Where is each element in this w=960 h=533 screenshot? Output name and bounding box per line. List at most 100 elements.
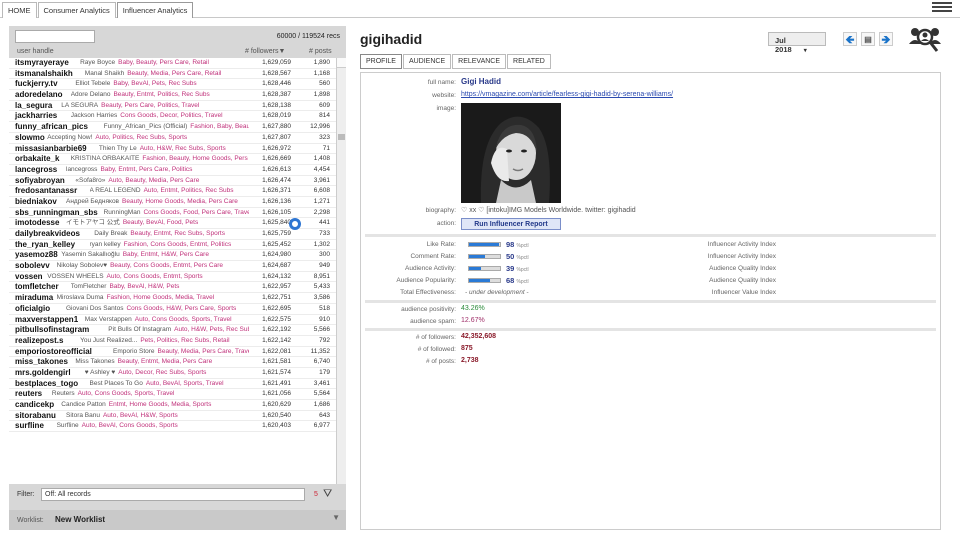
- list-item[interactable]: lancegross lancegross Baby, Entmt, Pers Ca…: [9, 165, 336, 176]
- list-item[interactable]: orbakaite_k KRISTINA ORBAKAITE Fashion, Be…: [9, 154, 336, 165]
- list-item[interactable]: reuters Reuters Auto, Cons Goods, Sports, …: [9, 389, 336, 400]
- list-item[interactable]: adoredelano Adore Delano Beauty, Entmt, Po…: [9, 90, 336, 101]
- tab-consumer-analytics[interactable]: Consumer Analytics: [37, 2, 116, 18]
- user-name: Sitora Banu: [66, 411, 100, 419]
- list-item[interactable]: maxverstappen1 Max Verstappen Auto, Cons G…: [9, 315, 336, 326]
- list-item[interactable]: oficialgio Giovani Dos Santos Cons Goods, …: [9, 304, 336, 315]
- list-item[interactable]: pitbullsofinstagram Pit Bulls Of Instagra…: [9, 325, 336, 336]
- tab-related[interactable]: RELATED: [507, 54, 551, 69]
- list-item[interactable]: itsmyrayeraye Raye Boyce Baby, Beauty, Per…: [9, 58, 336, 69]
- action-label: action:: [436, 220, 456, 227]
- forward-arrow-icon[interactable]: 🡺: [879, 32, 893, 46]
- scroll-up-arrow-icon[interactable]: [337, 58, 346, 68]
- list-item[interactable]: bestplaces_togo Best Places To Go Auto, Be…: [9, 379, 336, 390]
- follower-count: 1,628,446: [262, 80, 291, 88]
- list-item[interactable]: mrs.goldengirl ♥ Ashley ♥ Auto, Decor, Rec…: [9, 368, 336, 379]
- list-item[interactable]: miraduma Miroslava Duma Fashion, Home Good…: [9, 293, 336, 304]
- post-count: 1,898: [313, 91, 330, 99]
- list-item[interactable]: fuckjerry.tv Elliot Tebele Baby, BevAl, Pe…: [9, 79, 336, 91]
- user-handle: sobolevv: [15, 261, 50, 271]
- worklist-bar[interactable]: Worklist: New Worklist ▼: [9, 510, 346, 530]
- user-name: Manal Shaikh: [84, 69, 125, 77]
- menu-icon[interactable]: [932, 0, 952, 14]
- document-icon[interactable]: ▤: [861, 32, 875, 46]
- list-item[interactable]: sofiyabroyan «Sofa8ro» Auto, Beauty, Media…: [9, 176, 336, 187]
- header-followers[interactable]: # followers▼: [245, 48, 285, 55]
- list-item[interactable]: funny_african_pics Funny_African_Pics (Of…: [9, 122, 336, 133]
- metric-bar-fill: [469, 267, 482, 270]
- user-handle: adoredelano: [15, 90, 63, 100]
- biography-label: biography:: [425, 207, 456, 214]
- list-item[interactable]: sitorabanu Sitora Banu Auto, BevAl, H&W, S…: [9, 411, 336, 422]
- list-item[interactable]: jackharries Jackson Harries Cons Goods, De…: [9, 111, 336, 123]
- header-user-handle[interactable]: user handle: [17, 48, 54, 55]
- user-info: Emporio Store Beauty, Media, Pers Care, T…: [113, 347, 249, 358]
- list-item[interactable]: the_ryan_kelley ryan kelley Fashion, Cons …: [9, 240, 336, 251]
- back-arrow-icon[interactable]: 🡸: [843, 32, 857, 46]
- user-handle: oficialgio: [15, 303, 51, 313]
- followed-label: # of followed:: [417, 346, 456, 353]
- follower-count: 1,628,567: [262, 69, 291, 77]
- user-categories: Baby, BevAl, H&W, Pets: [109, 283, 180, 291]
- filter-clear-icon[interactable]: ⛛: [323, 488, 332, 501]
- list-item[interactable]: surfline Surfline Auto, BevAl, Cons Goods,…: [9, 421, 336, 433]
- metric-number: 39: [506, 264, 515, 273]
- list-item[interactable]: dailybreakvideos Daily Break Beauty, Entmt…: [9, 229, 336, 240]
- post-count: 71: [322, 144, 330, 152]
- search-input[interactable]: [15, 30, 95, 43]
- posts-label: # of posts:: [426, 358, 456, 365]
- list-item[interactable]: vossen VOSSEN WHEELS Auto, Cons Goods, Ent…: [9, 272, 336, 283]
- follower-count: 1,621,491: [262, 379, 291, 387]
- list-item[interactable]: emporiostoreofficial Emporio Store Beauty,…: [9, 347, 336, 358]
- list-item[interactable]: fredosantanassr A REAL LEGEND Auto, Entmt,…: [9, 186, 336, 197]
- user-info: Miss Takones Beauty, Entmt, Media, Pers C…: [75, 357, 249, 368]
- user-categories: Beauty, Media, Pers Care, Retail: [127, 69, 222, 77]
- follower-count: 1,622,957: [262, 283, 291, 291]
- tab-profile[interactable]: PROFILE: [360, 54, 402, 69]
- user-info: Manal Shaikh Beauty, Media, Pers Care, Re…: [85, 69, 249, 80]
- list-item[interactable]: itsmanalshaikh Manal Shaikh Beauty, Media,…: [9, 69, 336, 80]
- tab-relevance[interactable]: RELEVANCE: [452, 54, 507, 69]
- list-item[interactable]: missasianbarbie69 Thien Thy Le Auto, H&W, …: [9, 144, 336, 155]
- list-item[interactable]: tomfletcher TomFletcher Baby, BevAl, H&W, …: [9, 282, 336, 294]
- tab-audience[interactable]: AUDIENCE: [402, 54, 452, 69]
- list-item[interactable]: sobolevv Nikolay Sobolev♥ Beauty, Cons Goo…: [9, 261, 336, 272]
- user-name: Raye Boyce: [80, 59, 116, 66]
- scroll-thumb[interactable]: [338, 134, 345, 140]
- metric-value: 50 %pctl: [506, 252, 529, 261]
- follower-count: 1,626,972: [262, 144, 291, 152]
- list-item[interactable]: sbs_runningman_sbs RunningMan Cons Goods, …: [9, 208, 336, 219]
- biography-value: ♡ xx ♡ [intoku]IMG Models Worldwide. twi…: [461, 207, 636, 214]
- metric-unit: %pctl: [516, 255, 529, 261]
- list-item[interactable]: yasemoz88 Yasemin Sakallıoğlu Baby, Entmt,…: [9, 250, 336, 262]
- user-handle: surfline: [15, 421, 44, 431]
- list-item[interactable]: candicekp Candice Patton Entmt, Home Goods…: [9, 400, 336, 411]
- run-influencer-report-button[interactable]: Run Influencer Report: [461, 218, 561, 230]
- user-info: ♥ Ashley ♥ Auto, Decor, Rec Subs, Sports: [85, 368, 249, 379]
- month-select[interactable]: Jul 2018 ▾: [768, 32, 826, 54]
- tab-home[interactable]: HOME: [2, 2, 37, 18]
- tab-influencer-analytics[interactable]: Influencer Analytics: [116, 2, 194, 18]
- list-scrollbar[interactable]: [336, 58, 346, 502]
- list-item[interactable]: miss_takones Miss Takones Beauty, Entmt, M…: [9, 357, 336, 368]
- user-handle: lancegross: [15, 164, 58, 174]
- audience-spam-value: 12.67%: [461, 317, 485, 324]
- user-info: Elliot Tebele Baby, BevAl, Pets, Rec Subs: [75, 79, 249, 90]
- user-name: TomFletcher: [70, 283, 107, 291]
- metric-index-label: Audience Quality Index: [709, 277, 776, 284]
- list-item[interactable]: realizepost.s You Just Realized... Pets, P…: [9, 336, 336, 347]
- followed-value: 875: [461, 345, 473, 352]
- chevron-down-icon[interactable]: ▼: [332, 513, 340, 522]
- user-handle: miraduma: [15, 293, 54, 303]
- list-item[interactable]: biedniakov Андрей Бедняков Beauty, Home Go…: [9, 197, 336, 208]
- metric-label: Comment Rate:: [410, 253, 456, 260]
- list-item[interactable]: slowmo Accepting Now! Auto, Politics, Rec …: [9, 133, 336, 144]
- filter-input[interactable]: Off: All records: [41, 488, 305, 501]
- metric-index-label: Influencer Activity Index: [707, 253, 776, 260]
- filter-bar: Filter: Off: All records 5 ⛛: [9, 484, 346, 506]
- header-posts[interactable]: # posts: [309, 48, 332, 55]
- profile-details: full name: Gigi Hadid website: https://v…: [360, 72, 941, 530]
- list-item[interactable]: la_segura LA SEGURA Beauty, Pers Care, Pol…: [9, 101, 336, 112]
- website-link[interactable]: https://vmagazine.com/article/fearless-g…: [461, 91, 673, 98]
- list-item[interactable]: imotodesse イモトアヤコ 公式 Beauty, BevAl, Food, …: [9, 218, 336, 229]
